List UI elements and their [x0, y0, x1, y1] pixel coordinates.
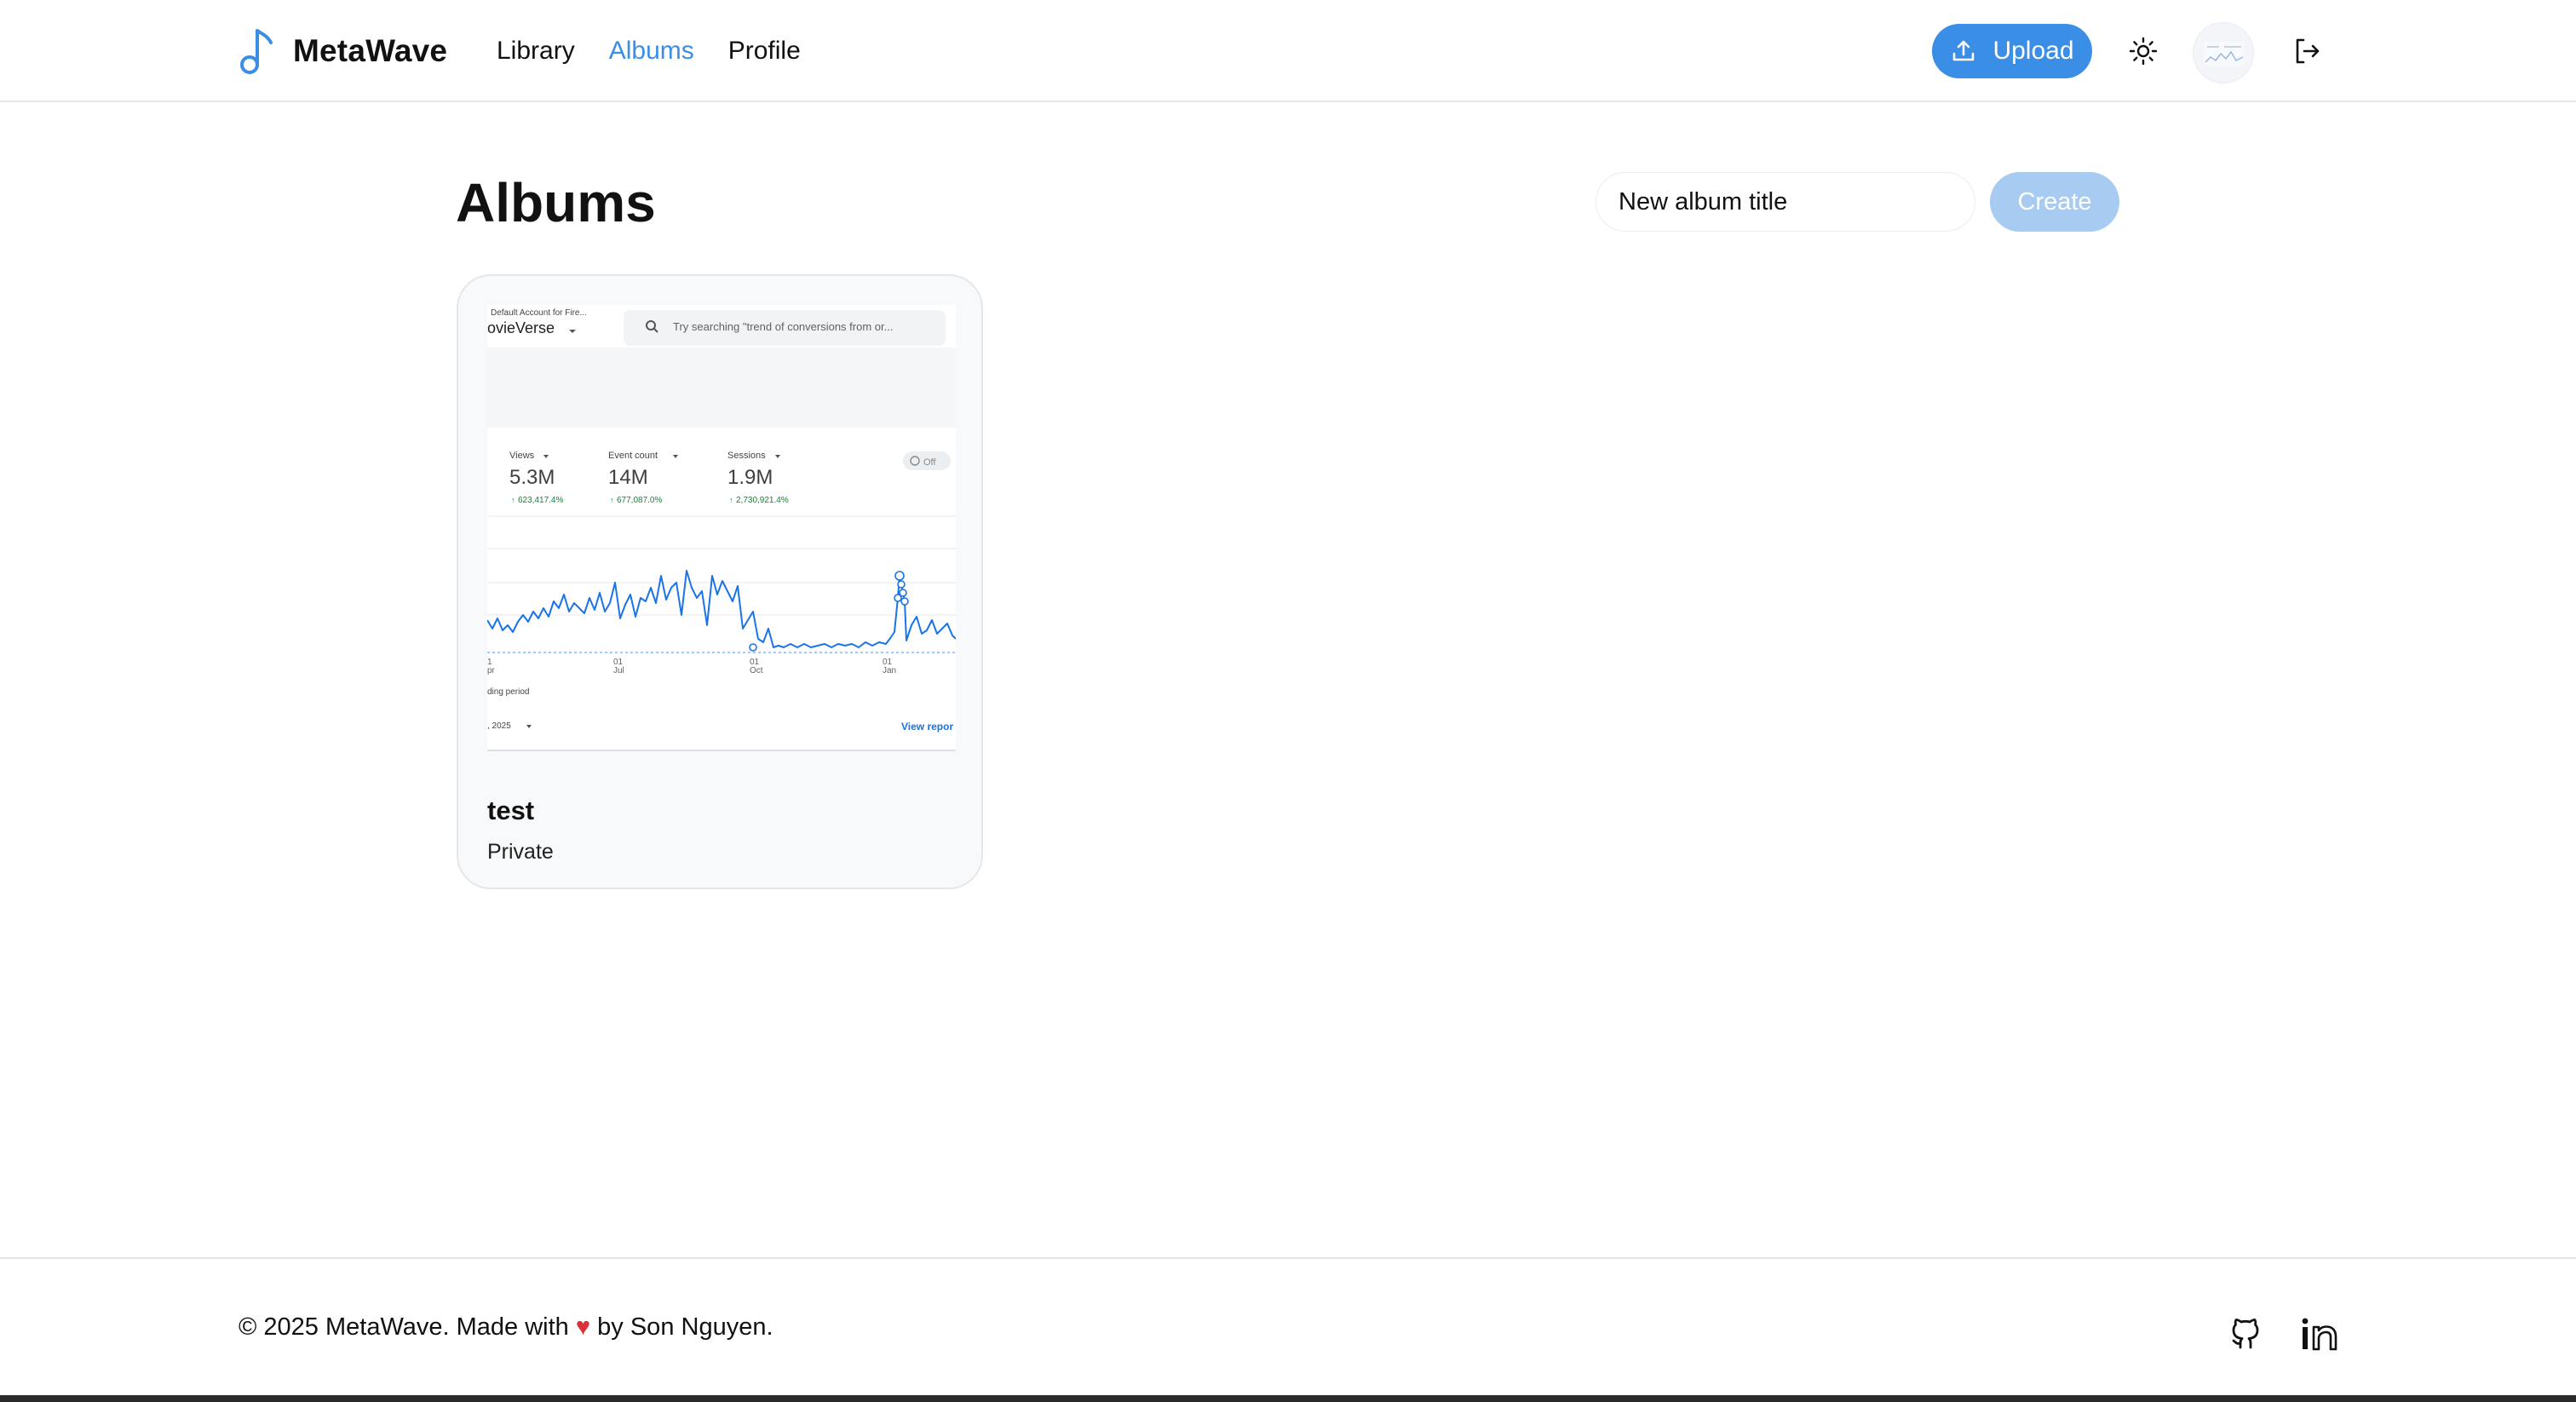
sun-icon[interactable]	[2126, 34, 2160, 68]
logout-icon[interactable]	[2290, 34, 2324, 68]
metric-label-sessions: Sessions	[727, 451, 766, 461]
window-bottom-edge	[0, 1395, 2576, 1402]
avatar-image	[2204, 42, 2245, 66]
page-title: Albums	[456, 172, 656, 233]
footer: © 2025 MetaWave. Made with ♥ by Son Nguy…	[0, 1257, 2576, 1402]
footer-text: © 2025 MetaWave. Made with ♥ by Son Nguy…	[239, 1313, 773, 1342]
thumb-property-name: ovieVerse	[487, 319, 555, 336]
album-thumbnail: Default Account for Fire... ovieVerse Tr…	[487, 305, 956, 751]
nav-library[interactable]: Library	[497, 37, 575, 66]
thumb-xtick-2-month: Jul	[613, 666, 624, 675]
heart-icon: ♥	[575, 1313, 591, 1341]
album-visibility: Private	[487, 840, 554, 864]
thumb-account-label: Default Account for Fire...	[491, 308, 587, 318]
svg-text:↑: ↑	[511, 496, 515, 504]
brand-logo[interactable]: MetaWave	[239, 24, 447, 78]
upload-icon	[1953, 40, 1975, 61]
metric-value-sessions: 1.9M	[727, 466, 773, 489]
album-card[interactable]: Default Account for Fire... ovieVerse Tr…	[457, 274, 983, 889]
thumbnail-screenshot: Default Account for Fire... ovieVerse Tr…	[487, 305, 956, 751]
svg-text:↑: ↑	[610, 496, 614, 504]
upload-label: Upload	[1992, 37, 2074, 65]
thumb-xtick-3-month: Oct	[750, 666, 763, 675]
avatar[interactable]	[2193, 22, 2254, 83]
svg-text:↑: ↑	[729, 496, 733, 504]
create-album-button[interactable]: Create	[1990, 172, 2119, 232]
music-note-icon	[240, 29, 273, 74]
footer-author: by Son Nguyen.	[597, 1313, 773, 1341]
metric-label-events: Event count	[608, 451, 658, 461]
top-header: MetaWave Library Albums Profile Upload	[0, 0, 2576, 102]
thumb-toggle-label: Off	[923, 457, 936, 468]
nav-profile[interactable]: Profile	[728, 37, 801, 66]
brand-name: MetaWave	[293, 33, 448, 68]
new-album-title-input[interactable]	[1596, 172, 1975, 232]
metric-label-views: Views	[509, 451, 535, 461]
album-title: test	[487, 796, 535, 825]
thumb-search-placeholder: Try searching "trend of conversions from…	[673, 320, 893, 333]
metric-change-events: 677,087.0%	[617, 496, 662, 505]
metric-change-sessions: 2,730,921.4%	[736, 496, 789, 505]
thumb-date-range: , 2025	[487, 721, 511, 731]
thumb-xtick-4-month: Jan	[883, 666, 896, 675]
thumb-xtick-1-month: pr	[487, 666, 496, 675]
thumb-legend-text: ding period	[487, 687, 529, 697]
upload-button[interactable]: Upload	[1932, 24, 2092, 78]
metric-value-events: 14M	[608, 466, 648, 489]
footer-copyright: © 2025 MetaWave. Made with	[239, 1313, 569, 1341]
nav-albums[interactable]: Albums	[609, 37, 694, 66]
github-icon[interactable]	[2227, 1315, 2264, 1353]
metric-change-views: 623,417.4%	[518, 496, 563, 505]
thumb-view-report-link: View repor	[901, 721, 953, 733]
metric-value-views: 5.3M	[509, 466, 555, 489]
main-nav: Library Albums Profile	[497, 24, 835, 78]
linkedin-icon[interactable]	[2300, 1315, 2339, 1353]
